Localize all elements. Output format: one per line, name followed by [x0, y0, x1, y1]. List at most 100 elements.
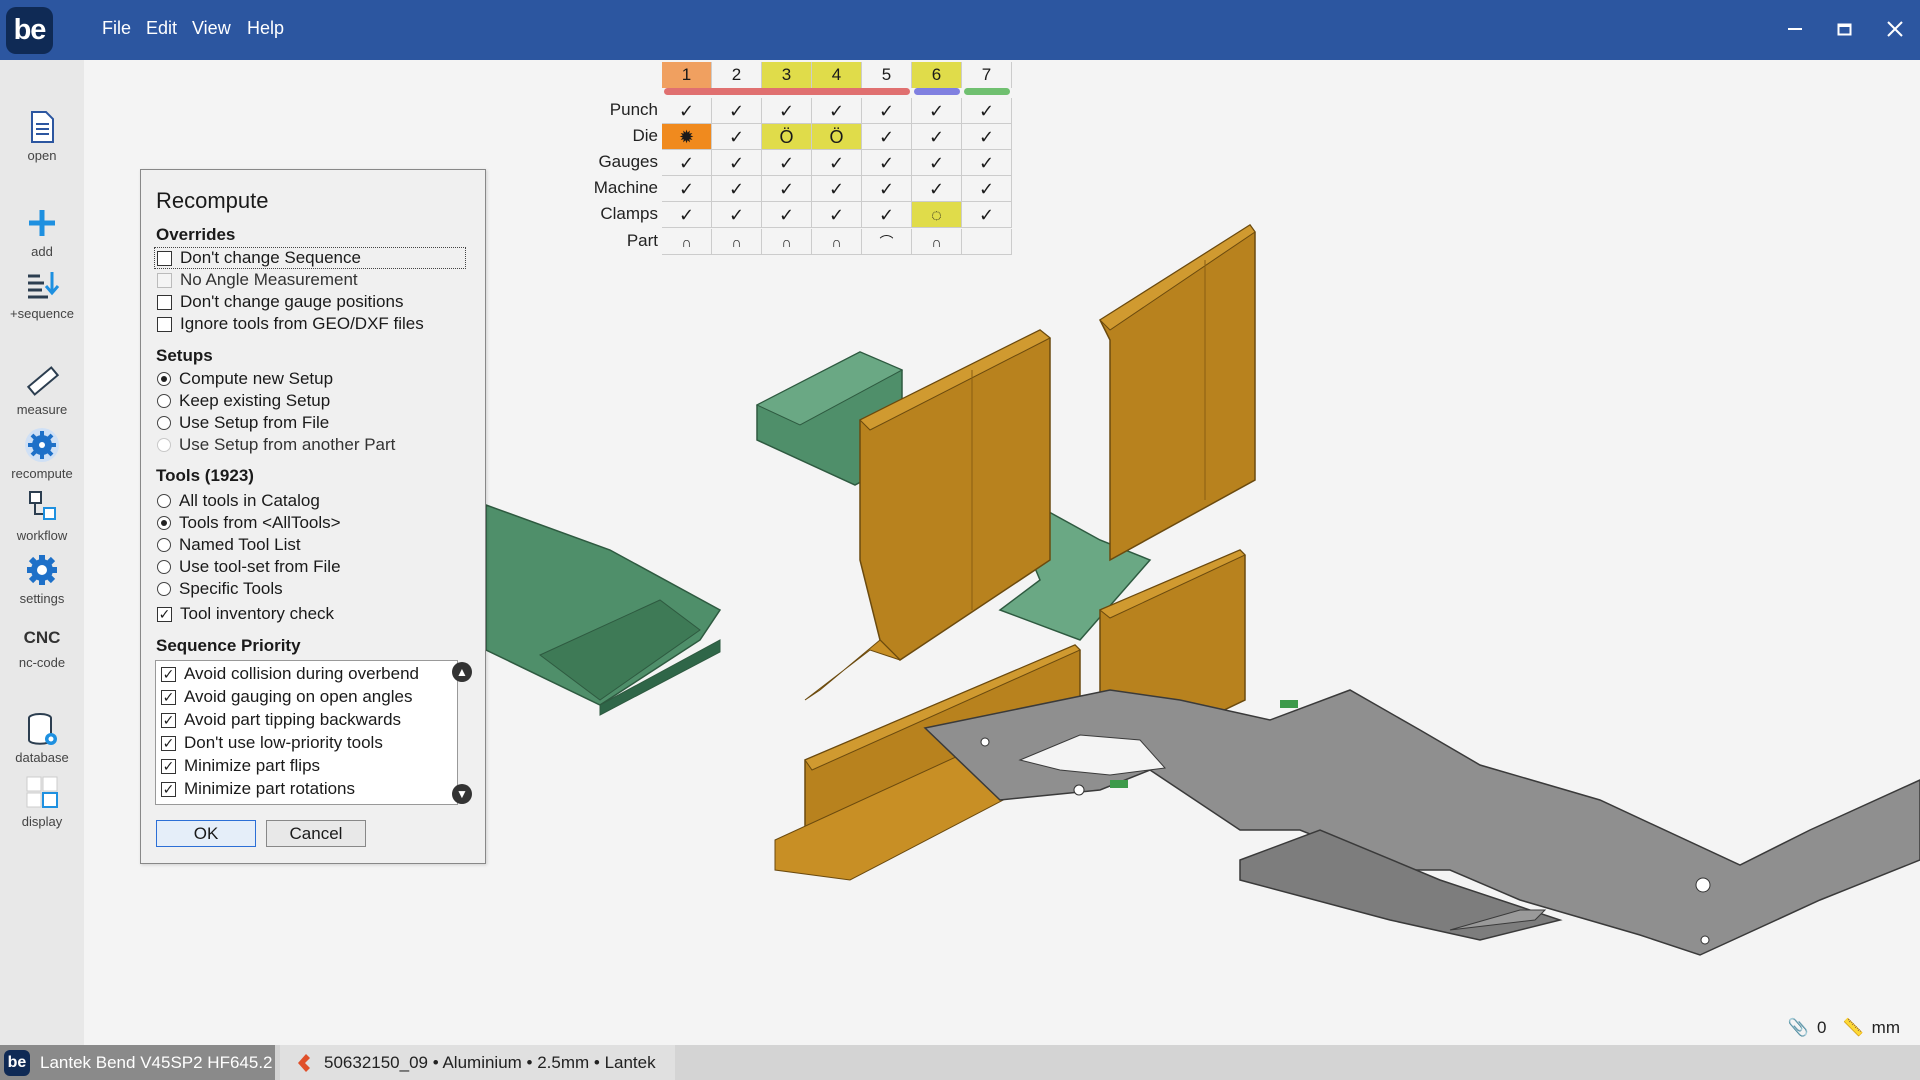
- sidebar-item-nc-code[interactable]: CNC nc-code: [0, 623, 84, 670]
- table-cell[interactable]: [962, 229, 1012, 255]
- table-cell[interactable]: Ö: [812, 124, 862, 150]
- table-cell[interactable]: ✹: [662, 124, 712, 150]
- menu-view[interactable]: View: [192, 18, 231, 39]
- radio[interactable]: [157, 394, 171, 408]
- radio-named-tool-list[interactable]: Named Tool List: [157, 535, 301, 555]
- sidebar-item-display[interactable]: display: [0, 774, 84, 829]
- table-cell[interactable]: ✓: [662, 202, 712, 228]
- checkbox[interactable]: [157, 316, 172, 332]
- checkbox[interactable]: [157, 250, 172, 266]
- radio[interactable]: [157, 372, 171, 386]
- radio-keep-existing-setup[interactable]: Keep existing Setup: [157, 391, 330, 411]
- column-header-7[interactable]: 7: [962, 62, 1012, 88]
- checkbox[interactable]: ✓: [161, 689, 176, 705]
- table-cell[interactable]: ✓: [712, 124, 762, 150]
- sidebar-item-settings[interactable]: settings: [0, 551, 84, 606]
- table-cell[interactable]: ✓: [962, 176, 1012, 202]
- paperclip-icon[interactable]: 📎: [1788, 1018, 1809, 1038]
- column-header-5[interactable]: 5: [862, 62, 912, 88]
- table-cell[interactable]: ✓: [962, 124, 1012, 150]
- option-no-angle-measurement[interactable]: No Angle Measurement: [157, 270, 358, 290]
- table-cell[interactable]: ✓: [962, 98, 1012, 124]
- checkbox[interactable]: ✓: [161, 735, 176, 751]
- minimize-button[interactable]: [1780, 14, 1810, 44]
- sidebar-item-add-sequence[interactable]: +sequence: [0, 266, 84, 321]
- ruler-units-icon[interactable]: 📏: [1843, 1018, 1864, 1038]
- sidebar-item-database[interactable]: database: [0, 710, 84, 765]
- radio-use-setup-another-part[interactable]: Use Setup from another Part: [157, 435, 395, 455]
- radio[interactable]: [157, 438, 171, 452]
- table-cell[interactable]: ✓: [662, 150, 712, 176]
- maximize-button[interactable]: [1830, 14, 1860, 44]
- radio-all-tools-catalog[interactable]: All tools in Catalog: [157, 491, 320, 511]
- table-cell[interactable]: ✓: [762, 150, 812, 176]
- priority-item[interactable]: ✓ Minimize part flips: [161, 756, 320, 776]
- radio-tool-set-from-file[interactable]: Use tool-set from File: [157, 557, 341, 577]
- menu-edit[interactable]: Edit: [146, 18, 177, 39]
- ok-button[interactable]: OK: [156, 820, 256, 847]
- table-cell[interactable]: ✓: [712, 150, 762, 176]
- table-cell[interactable]: ✓: [712, 176, 762, 202]
- sidebar-item-recompute[interactable]: recompute: [0, 426, 84, 481]
- table-cell[interactable]: ∩: [662, 229, 712, 255]
- radio-tools-from-alltools[interactable]: Tools from <AllTools>: [157, 513, 341, 533]
- table-cell[interactable]: ✓: [912, 176, 962, 202]
- priority-item[interactable]: ✓ Don't use low-priority tools: [161, 733, 383, 753]
- table-cell[interactable]: ✓: [862, 202, 912, 228]
- table-cell[interactable]: ✓: [962, 202, 1012, 228]
- column-header-1[interactable]: 1: [662, 62, 712, 88]
- table-cell[interactable]: ✓: [812, 150, 862, 176]
- sidebar-item-add[interactable]: add: [0, 204, 84, 259]
- option-tool-inventory-check[interactable]: ✓ Tool inventory check: [157, 604, 334, 624]
- table-cell[interactable]: ∩: [762, 229, 812, 255]
- table-cell[interactable]: ✓: [762, 202, 812, 228]
- radio[interactable]: [157, 582, 171, 596]
- radio-use-setup-from-file[interactable]: Use Setup from File: [157, 413, 329, 433]
- app-logo[interactable]: be: [6, 7, 53, 54]
- checkbox[interactable]: ✓: [161, 666, 176, 682]
- close-button[interactable]: [1880, 14, 1910, 44]
- taskbar-document[interactable]: 50632150_09 • Aluminium • 2.5mm • Lantek: [280, 1045, 675, 1080]
- radio[interactable]: [157, 560, 171, 574]
- radio[interactable]: [157, 416, 171, 430]
- priority-item[interactable]: ✓ Minimize part rotations: [161, 779, 355, 799]
- table-cell[interactable]: ✓: [762, 176, 812, 202]
- table-cell[interactable]: ✓: [862, 124, 912, 150]
- radio[interactable]: [157, 538, 171, 552]
- checkbox[interactable]: ✓: [157, 606, 172, 622]
- column-header-3[interactable]: 3: [762, 62, 812, 88]
- menu-file[interactable]: File: [102, 18, 131, 39]
- table-cell[interactable]: ✓: [662, 98, 712, 124]
- sequence-priority-list[interactable]: ✓ Avoid collision during overbend ✓ Avoid …: [155, 660, 458, 805]
- priority-item[interactable]: ✓ Avoid collision during overbend: [161, 664, 419, 684]
- table-cell[interactable]: ✓: [862, 176, 912, 202]
- table-cell[interactable]: ✓: [712, 202, 762, 228]
- table-cell[interactable]: ✓: [912, 124, 962, 150]
- radio-compute-new-setup[interactable]: Compute new Setup: [157, 369, 333, 389]
- table-cell[interactable]: ∩: [712, 229, 762, 255]
- sidebar-item-measure[interactable]: measure: [0, 362, 84, 417]
- table-cell[interactable]: ✓: [862, 98, 912, 124]
- table-cell[interactable]: ✓: [912, 98, 962, 124]
- option-dont-change-sequence[interactable]: Don't change Sequence: [157, 248, 361, 268]
- radio[interactable]: [157, 494, 171, 508]
- table-cell[interactable]: ✓: [712, 98, 762, 124]
- option-dont-change-gauge[interactable]: Don't change gauge positions: [157, 292, 403, 312]
- table-cell[interactable]: ◌: [912, 202, 962, 228]
- checkbox[interactable]: ✓: [161, 758, 176, 774]
- table-cell[interactable]: ✓: [962, 150, 1012, 176]
- table-cell[interactable]: ✓: [862, 150, 912, 176]
- column-header-4[interactable]: 4: [812, 62, 862, 88]
- table-cell[interactable]: ✓: [812, 98, 862, 124]
- table-cell[interactable]: ✓: [662, 176, 712, 202]
- checkbox[interactable]: [157, 272, 172, 288]
- sidebar-item-workflow[interactable]: workflow: [0, 488, 84, 543]
- column-header-6[interactable]: 6: [912, 62, 962, 88]
- units-label[interactable]: mm: [1872, 1018, 1900, 1038]
- move-up-button[interactable]: ▲: [452, 662, 472, 682]
- sidebar-item-open[interactable]: open: [0, 108, 84, 163]
- table-cell[interactable]: Ö: [762, 124, 812, 150]
- checkbox[interactable]: ✓: [161, 712, 176, 728]
- table-cell[interactable]: ⌒: [862, 229, 912, 255]
- move-down-button[interactable]: ▼: [452, 784, 472, 804]
